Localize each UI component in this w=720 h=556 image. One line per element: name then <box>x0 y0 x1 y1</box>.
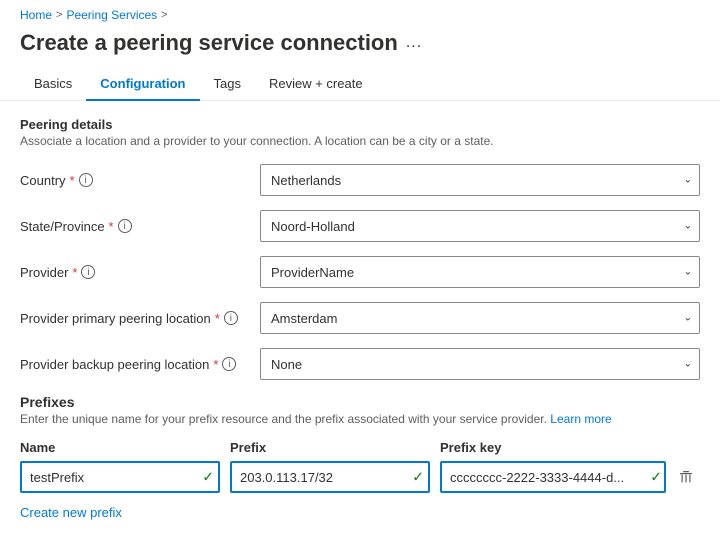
breadcrumb: Home > Peering Services > <box>0 0 720 26</box>
prefixes-desc: Enter the unique name for your prefix re… <box>20 412 700 426</box>
tab-basics[interactable]: Basics <box>20 68 86 101</box>
tab-configuration[interactable]: Configuration <box>86 68 199 101</box>
provider-label-text: Provider <box>20 265 68 280</box>
provider-dropdown[interactable]: ProviderName <box>260 256 700 288</box>
country-label: Country * i <box>20 173 260 188</box>
state-label-text: State/Province <box>20 219 105 234</box>
name-input[interactable] <box>20 461 220 493</box>
country-dropdown-wrapper: Netherlands ⌄ <box>260 164 700 196</box>
country-row: Country * i Netherlands ⌄ <box>20 164 700 196</box>
country-required: * <box>70 173 75 188</box>
breadcrumb-sep1: > <box>56 9 62 21</box>
backup-location-dropdown-wrapper: None ⌄ <box>260 348 700 380</box>
state-row: State/Province * i Noord-Holland ⌄ <box>20 210 700 242</box>
name-input-wrapper: ✓ <box>20 461 220 493</box>
state-info-icon[interactable]: i <box>118 219 132 233</box>
prefix-input[interactable] <box>230 461 430 493</box>
country-info-icon[interactable]: i <box>79 173 93 187</box>
provider-info-icon[interactable]: i <box>81 265 95 279</box>
backup-location-dropdown[interactable]: None <box>260 348 700 380</box>
tabs: Basics Configuration Tags Review + creat… <box>0 68 720 101</box>
provider-dropdown-wrapper: ProviderName ⌄ <box>260 256 700 288</box>
breadcrumb-sep2: > <box>161 9 167 21</box>
state-required: * <box>109 219 114 234</box>
provider-required: * <box>72 265 77 280</box>
create-new-prefix-link[interactable]: Create new prefix <box>20 505 122 520</box>
peering-details-desc: Associate a location and a provider to y… <box>20 134 700 148</box>
col-header-prefixkey: Prefix key <box>440 440 700 455</box>
primary-location-dropdown[interactable]: Amsterdam <box>260 302 700 334</box>
backup-location-row: Provider backup peering location * i Non… <box>20 348 700 380</box>
state-dropdown-wrapper: Noord-Holland ⌄ <box>260 210 700 242</box>
backup-location-required: * <box>213 357 218 372</box>
breadcrumb-peering-services[interactable]: Peering Services <box>66 8 157 22</box>
state-label: State/Province * i <box>20 219 260 234</box>
col-header-name: Name <box>20 440 220 455</box>
primary-location-row: Provider primary peering location * i Am… <box>20 302 700 334</box>
page-title: Create a peering service connection <box>20 30 398 56</box>
primary-location-label: Provider primary peering location * i <box>20 311 260 326</box>
backup-location-info-icon[interactable]: i <box>222 357 236 371</box>
prefixkey-input-wrapper: ✓ <box>440 461 700 493</box>
peering-details-title: Peering details <box>20 117 700 132</box>
primary-location-required: * <box>215 311 220 326</box>
delete-prefix-button[interactable] <box>672 463 700 491</box>
country-label-text: Country <box>20 173 66 188</box>
backup-location-label-text: Provider backup peering location <box>20 357 209 372</box>
primary-location-info-icon[interactable]: i <box>224 311 238 325</box>
prefixes-learn-more[interactable]: Learn more <box>550 412 611 426</box>
prefix-row: ✓ ✓ ✓ <box>20 461 700 493</box>
delete-icon <box>679 470 693 484</box>
provider-label: Provider * i <box>20 265 260 280</box>
tab-review-create[interactable]: Review + create <box>255 68 377 101</box>
prefix-table-header: Name Prefix Prefix key <box>20 440 700 455</box>
primary-location-dropdown-wrapper: Amsterdam ⌄ <box>260 302 700 334</box>
main-content: Peering details Associate a location and… <box>0 117 720 540</box>
tab-tags[interactable]: Tags <box>200 68 255 101</box>
prefix-input-wrapper: ✓ <box>230 461 430 493</box>
col-header-prefix: Prefix <box>230 440 430 455</box>
page-title-row: Create a peering service connection ... <box>0 26 720 68</box>
provider-row: Provider * i ProviderName ⌄ <box>20 256 700 288</box>
prefixkey-input[interactable] <box>440 461 666 493</box>
breadcrumb-home[interactable]: Home <box>20 8 52 22</box>
prefixes-title: Prefixes <box>20 394 700 410</box>
state-dropdown[interactable]: Noord-Holland <box>260 210 700 242</box>
prefixes-desc-text: Enter the unique name for your prefix re… <box>20 412 547 426</box>
primary-location-label-text: Provider primary peering location <box>20 311 211 326</box>
title-ellipsis-button[interactable]: ... <box>406 34 422 52</box>
backup-location-label: Provider backup peering location * i <box>20 357 260 372</box>
country-dropdown[interactable]: Netherlands <box>260 164 700 196</box>
